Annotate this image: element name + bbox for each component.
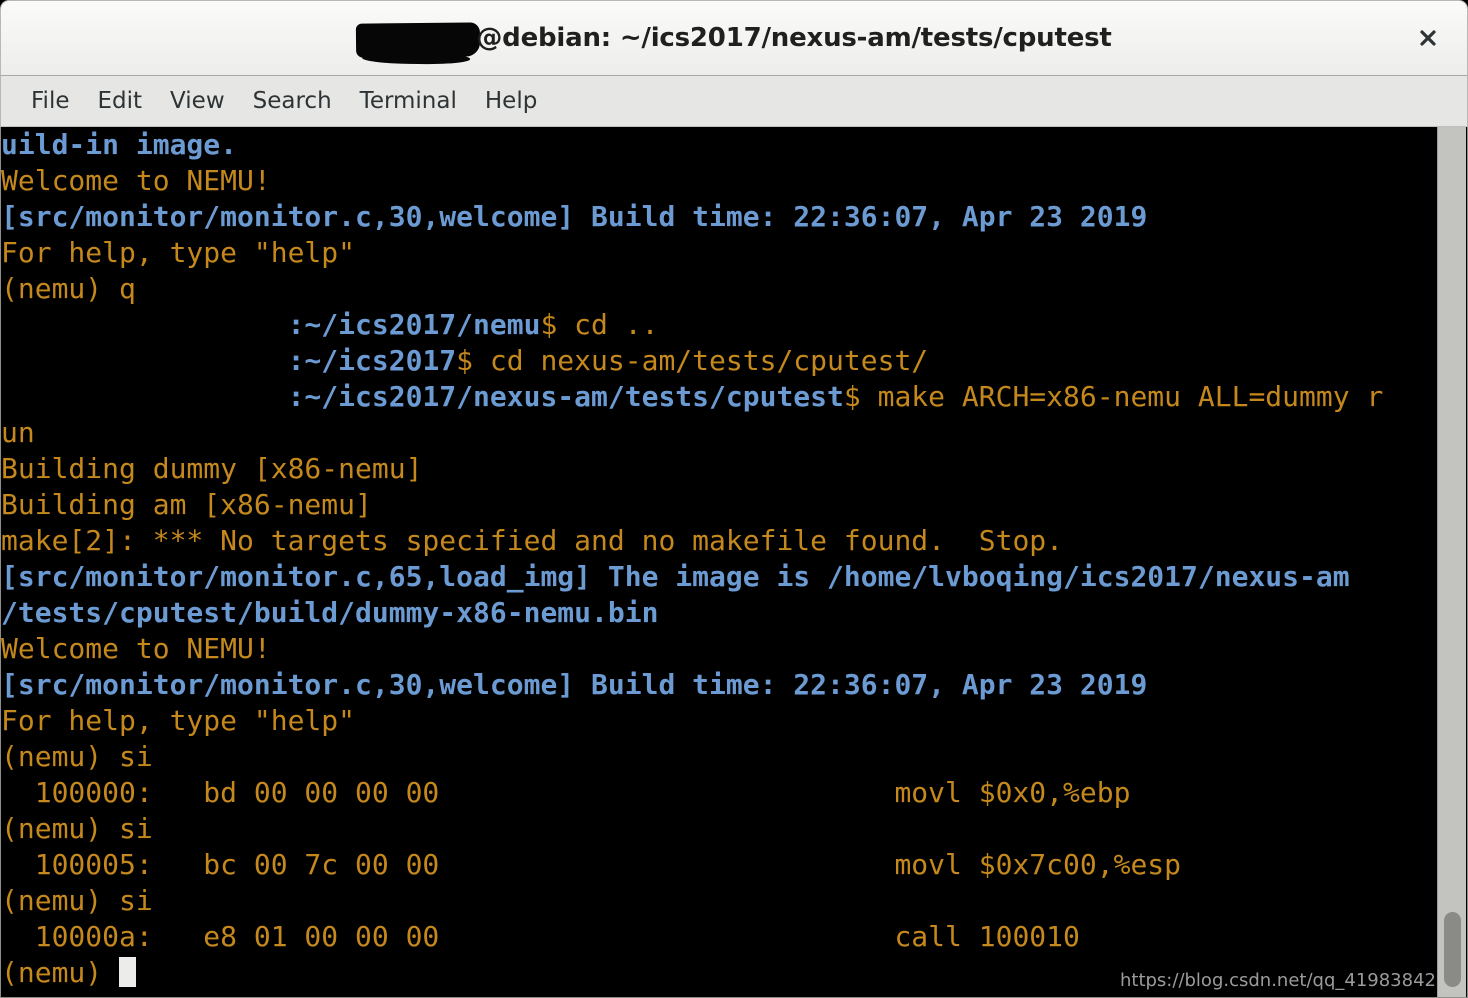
- terminal-line-text: [src/monitor/monitor.c,65,load_img] The …: [1, 560, 1350, 593]
- terminal-line: (nemu) q: [1, 271, 1437, 307]
- terminal-line: Welcome to NEMU!: [1, 163, 1437, 199]
- window-titlebar: @debian: ~/ics2017/nexus-am/tests/cputes…: [0, 0, 1468, 75]
- menubar: File Edit View Search Terminal Help: [0, 75, 1468, 127]
- prompt-path: :~/ics2017: [287, 344, 457, 377]
- terminal-line-text: Welcome to NEMU!: [1, 164, 271, 197]
- terminal-line-text: Welcome to NEMU!: [1, 632, 271, 665]
- terminal-line: (nemu): [1, 955, 1437, 991]
- prompt-path: :~/ics2017/nemu: [287, 308, 541, 341]
- prompt-command: $ cd ..: [540, 308, 659, 341]
- terminal-line-text: (nemu) si: [1, 740, 153, 773]
- terminal-line: Welcome to NEMU!: [1, 631, 1437, 667]
- terminal-line-text: uild-in image.: [1, 128, 238, 161]
- terminal-line-text: (nemu): [1, 956, 120, 989]
- menu-item-help[interactable]: Help: [471, 84, 551, 118]
- menu-item-terminal[interactable]: Terminal: [346, 84, 471, 118]
- terminal-line-text: 100000: bd 00 00 00 00 movl $0x0,%ebp: [1, 776, 1131, 809]
- menu-item-view[interactable]: View: [156, 84, 239, 118]
- terminal-line-text: /tests/cputest/build/dummy-x86-nemu.bin: [1, 596, 659, 629]
- terminal-line: :~/ics2017$ cd nexus-am/tests/cputest/: [1, 343, 1437, 379]
- scrollbar-thumb[interactable]: [1444, 912, 1461, 987]
- menu-item-search[interactable]: Search: [239, 84, 346, 118]
- prompt-command: $ cd nexus-am/tests/cputest/: [456, 344, 929, 377]
- terminal-line-text: [src/monitor/monitor.c,30,welcome] Build…: [1, 200, 1148, 233]
- terminal-line-text: 10000a: e8 01 00 00 00 call 100010: [1, 920, 1080, 953]
- close-button[interactable]: [1411, 21, 1445, 55]
- prompt-path: :~/ics2017/nexus-am/tests/cputest: [287, 380, 844, 413]
- terminal-body[interactable]: uild-in image. Welcome to NEMU! [src/monit…: [0, 127, 1468, 998]
- terminal-screen[interactable]: uild-in image. Welcome to NEMU! [src/monit…: [1, 127, 1437, 997]
- terminal-line-text: Building am [x86-nemu]: [1, 488, 372, 521]
- terminal-cursor: [119, 957, 137, 987]
- window-title-wrap: @debian: ~/ics2017/nexus-am/tests/cputes…: [356, 21, 1112, 58]
- terminal-line-text: (nemu) si: [1, 884, 153, 917]
- terminal-window: @debian: ~/ics2017/nexus-am/tests/cputes…: [0, 0, 1468, 998]
- redacted-prompt-user: [1, 380, 288, 413]
- redacted-prompt-user: [1, 308, 288, 341]
- terminal-line: :~/ics2017/nemu$ cd ..: [1, 307, 1437, 343]
- terminal-line: :~/ics2017/nexus-am/tests/cputest$ make …: [1, 379, 1437, 415]
- terminal-line-text: For help, type "help": [1, 704, 356, 737]
- menu-item-file[interactable]: File: [17, 84, 84, 118]
- terminal-line: [src/monitor/monitor.c,30,welcome] Build…: [1, 199, 1437, 235]
- terminal-line-text: For help, type "help": [1, 236, 356, 269]
- terminal-line-text: make[2]: *** No targets specified and no…: [1, 524, 1064, 557]
- terminal-line: uild-in image.: [1, 127, 1437, 163]
- terminal-line: (nemu) si: [1, 883, 1437, 919]
- terminal-line: (nemu) si: [1, 739, 1437, 775]
- close-icon: [1420, 30, 1436, 46]
- terminal-line: [src/monitor/monitor.c,30,welcome] Build…: [1, 667, 1437, 703]
- terminal-line-text: 100005: bc 00 7c 00 00 movl $0x7c00,%esp: [1, 848, 1182, 881]
- terminal-line: un: [1, 415, 1437, 451]
- terminal-line: For help, type "help": [1, 703, 1437, 739]
- terminal-line: (nemu) si: [1, 811, 1437, 847]
- terminal-line: Building am [x86-nemu]: [1, 487, 1437, 523]
- redacted-username-block: [356, 22, 481, 58]
- terminal-line: 10000a: e8 01 00 00 00 call 100010: [1, 919, 1437, 955]
- terminal-line: 100000: bd 00 00 00 00 movl $0x0,%ebp: [1, 775, 1437, 811]
- terminal-line: Building dummy [x86-nemu]: [1, 451, 1437, 487]
- terminal-scrollbar[interactable]: [1437, 127, 1466, 997]
- menu-item-edit[interactable]: Edit: [84, 84, 157, 118]
- terminal-line: make[2]: *** No targets specified and no…: [1, 523, 1437, 559]
- terminal-line-text: (nemu) q: [1, 272, 136, 305]
- redacted-prompt-user: [1, 344, 288, 377]
- terminal-line: 100005: bc 00 7c 00 00 movl $0x7c00,%esp: [1, 847, 1437, 883]
- terminal-line-text: [src/monitor/monitor.c,30,welcome] Build…: [1, 668, 1148, 701]
- page-title: @debian: ~/ics2017/nexus-am/tests/cputes…: [476, 23, 1112, 53]
- terminal-line-text: Building dummy [x86-nemu]: [1, 452, 423, 485]
- terminal-line: /tests/cputest/build/dummy-x86-nemu.bin: [1, 595, 1437, 631]
- terminal-line: For help, type "help": [1, 235, 1437, 271]
- terminal-line-text: (nemu) si: [1, 812, 153, 845]
- terminal-line-text: un: [1, 416, 35, 449]
- prompt-command: $ make ARCH=x86-nemu ALL=dummy r: [843, 380, 1384, 413]
- terminal-line: [src/monitor/monitor.c,65,load_img] The …: [1, 559, 1437, 595]
